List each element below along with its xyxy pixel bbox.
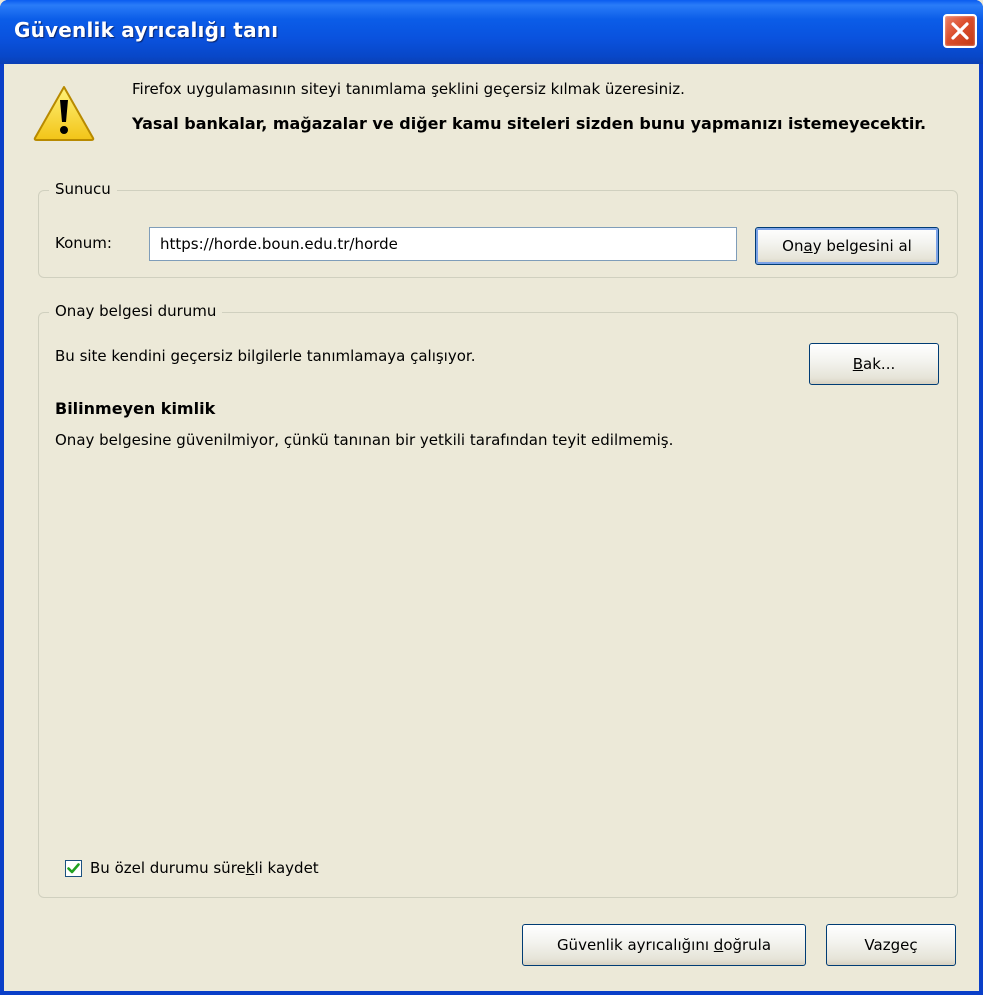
cancel-button[interactable]: Vazgeç [826, 924, 956, 966]
certificate-status-group: Onay belgesi durumu Bu site kendini geçe… [38, 302, 958, 898]
status-heading: Bilinmeyen kimlik [55, 399, 216, 418]
status-group-legend: Onay belgesi durumu [49, 302, 223, 320]
location-label: Konum: [55, 234, 112, 252]
dialog-content: Firefox uygulamasının siteyi tanımlama ş… [4, 64, 979, 991]
view-button-label: Bak... [852, 355, 896, 373]
window-title: Güvenlik ayrıcalığı tanı [14, 18, 279, 42]
checkmark-icon [67, 862, 80, 873]
warning-emphasis: Yasal bankalar, mağazalar ve diğer kamu … [132, 114, 927, 133]
warning-triangle-icon [33, 86, 95, 141]
cancel-button-label: Vazgeç [864, 936, 918, 954]
title-bar[interactable]: Güvenlik ayrıcalığı tanı [0, 0, 983, 64]
status-text: Bu site kendini geçersiz bilgilerle tanı… [55, 347, 476, 365]
permanent-exception-label[interactable]: Bu özel durumu sürekli kaydet [90, 859, 319, 877]
dialog-window: Güvenlik ayrıcalığı tanı Firefox uygulam… [0, 0, 983, 995]
permanent-exception-row[interactable]: Bu özel durumu sürekli kaydet [65, 859, 319, 877]
location-input[interactable] [149, 227, 737, 261]
confirm-exception-button[interactable]: Güvenlik ayrıcalığını doğrula [522, 924, 806, 966]
confirm-exception-label: Güvenlik ayrıcalığını doğrula [556, 936, 772, 954]
warning-message: Firefox uygulamasının siteyi tanımlama ş… [132, 80, 685, 98]
get-certificate-label: Onay belgesini al [782, 237, 912, 255]
close-x-icon [951, 22, 969, 40]
server-group-legend: Sunucu [49, 180, 117, 198]
close-button[interactable] [943, 14, 977, 48]
permanent-exception-checkbox[interactable] [65, 859, 82, 877]
view-button[interactable]: Bak... [809, 343, 939, 385]
server-group: Sunucu Konum: Onay belgesini al [38, 180, 958, 278]
status-description: Onay belgesine güvenilmiyor, çünkü tanın… [55, 431, 674, 449]
get-certificate-button[interactable]: Onay belgesini al [755, 227, 939, 265]
